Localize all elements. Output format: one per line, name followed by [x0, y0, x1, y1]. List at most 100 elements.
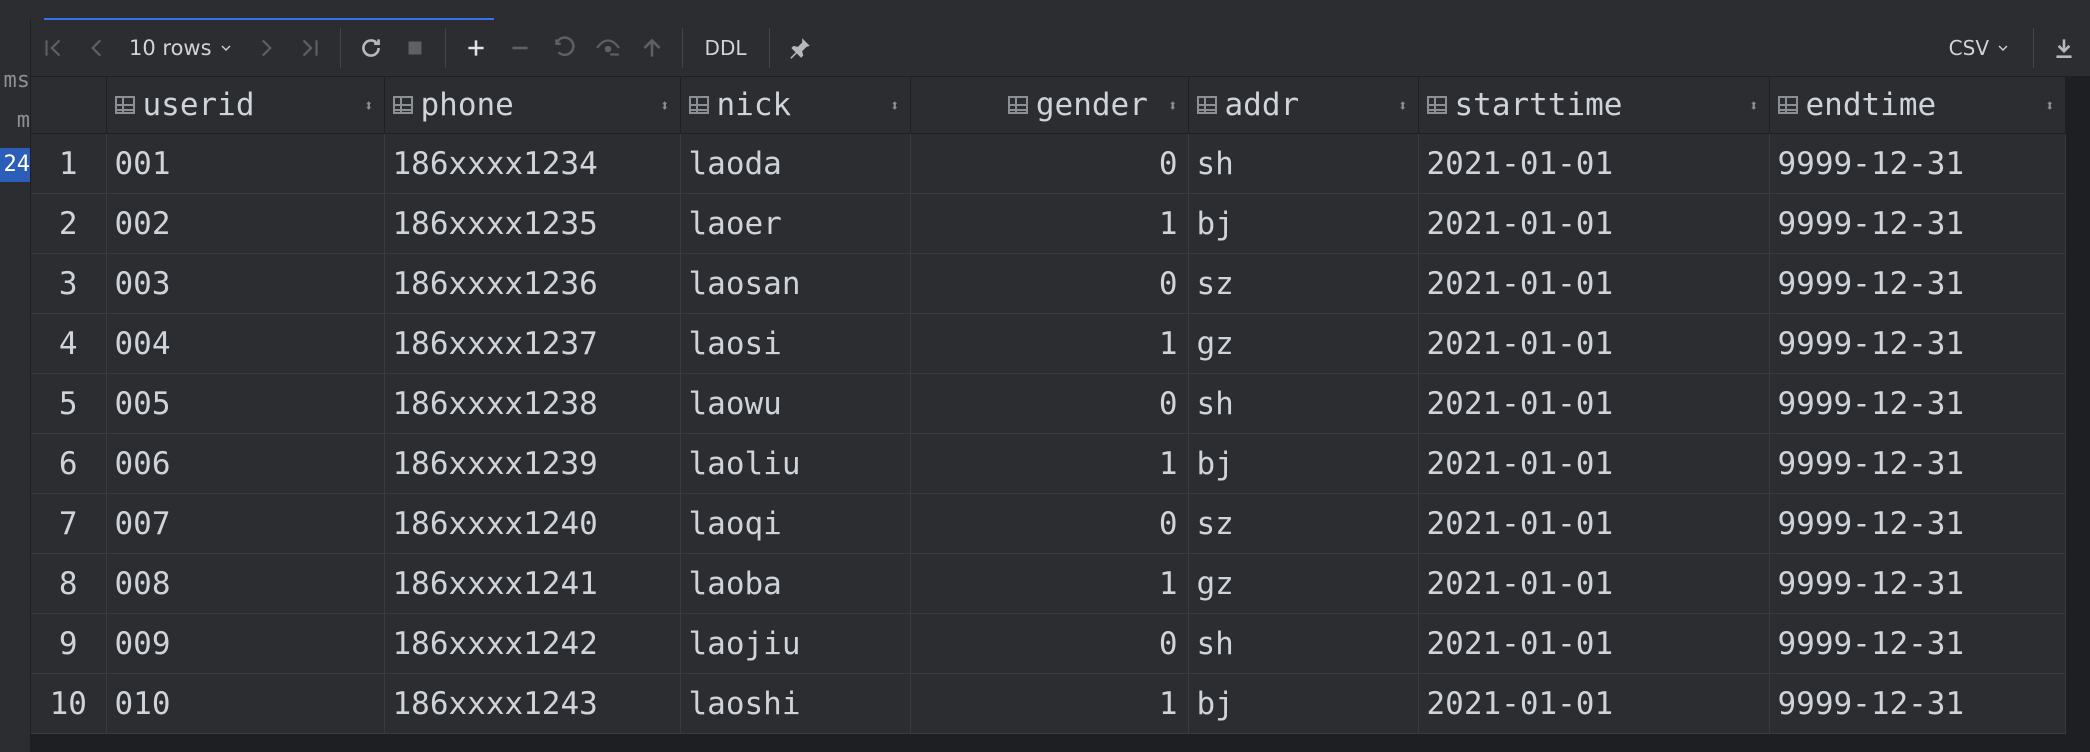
row-number[interactable]: 2 — [31, 193, 107, 254]
cell-gender[interactable]: 0 — [910, 253, 1189, 314]
table-row[interactable]: 7 007 186xxxx1240 laoqi 0 sz 2021-01-01 9999-12… — [31, 493, 2066, 554]
cell-gender[interactable]: 1 — [910, 433, 1189, 494]
cell-endtime[interactable]: 9999-12-31 — [1769, 493, 2066, 554]
sort-icon[interactable]: ⬍ — [1739, 96, 1759, 115]
cell-gender[interactable]: 0 — [910, 493, 1189, 554]
cell-endtime[interactable]: 9999-12-31 — [1769, 673, 2066, 734]
cell-starttime[interactable]: 2021-01-01 — [1418, 493, 1770, 554]
sort-icon[interactable]: ⬍ — [1388, 96, 1408, 115]
column-header[interactable]: nick ⬍ — [680, 77, 911, 134]
cell-addr[interactable]: bj — [1188, 193, 1419, 254]
cell-starttime[interactable]: 2021-01-01 — [1418, 553, 1770, 614]
sort-icon[interactable]: ⬍ — [880, 96, 900, 115]
cell-endtime[interactable]: 9999-12-31 — [1769, 253, 2066, 314]
cell-gender[interactable]: 1 — [910, 313, 1189, 374]
download-icon[interactable] — [2044, 28, 2084, 68]
row-number[interactable]: 10 — [31, 673, 107, 734]
cell-addr[interactable]: gz — [1188, 313, 1419, 374]
cell-nick[interactable]: laojiu — [680, 613, 911, 674]
table-row[interactable]: 8 008 186xxxx1241 laoba 1 gz 2021-01-01 9999-12… — [31, 553, 2066, 614]
cell-nick[interactable]: laowu — [680, 373, 911, 434]
table-row[interactable]: 6 006 186xxxx1239 laoliu 1 bj 2021-01-01 9999-1… — [31, 433, 2066, 494]
table-row[interactable]: 3 003 186xxxx1236 laosan 0 sz 2021-01-01 9999-1… — [31, 253, 2066, 314]
cell-userid[interactable]: 008 — [106, 553, 385, 614]
cell-phone[interactable]: 186xxxx1242 — [384, 613, 681, 674]
delete-row-icon[interactable] — [500, 28, 540, 68]
cell-userid[interactable]: 007 — [106, 493, 385, 554]
cell-starttime[interactable]: 2021-01-01 — [1418, 253, 1770, 314]
cell-addr[interactable]: sh — [1188, 133, 1419, 194]
row-number[interactable]: 4 — [31, 313, 107, 374]
cell-starttime[interactable]: 2021-01-01 — [1418, 433, 1770, 494]
cell-phone[interactable]: 186xxxx1241 — [384, 553, 681, 614]
stop-icon[interactable] — [395, 28, 435, 68]
cell-userid[interactable]: 004 — [106, 313, 385, 374]
cell-nick[interactable]: laoshi — [680, 673, 911, 734]
cell-starttime[interactable]: 2021-01-01 — [1418, 133, 1770, 194]
cell-addr[interactable]: sh — [1188, 373, 1419, 434]
table-row[interactable]: 1 001 186xxxx1234 laoda 0 sh 2021-01-01 9999-12… — [31, 133, 2066, 194]
table-row[interactable]: 9 009 186xxxx1242 laojiu 0 sh 2021-01-01 9999-1… — [31, 613, 2066, 674]
refresh-icon[interactable] — [351, 28, 391, 68]
cell-starttime[interactable]: 2021-01-01 — [1418, 193, 1770, 254]
row-number[interactable]: 5 — [31, 373, 107, 434]
cell-gender[interactable]: 1 — [910, 673, 1189, 734]
cell-endtime[interactable]: 9999-12-31 — [1769, 373, 2066, 434]
cell-endtime[interactable]: 9999-12-31 — [1769, 613, 2066, 674]
cell-userid[interactable]: 002 — [106, 193, 385, 254]
cell-addr[interactable]: bj — [1188, 673, 1419, 734]
add-row-icon[interactable] — [456, 28, 496, 68]
cell-endtime[interactable]: 9999-12-31 — [1769, 313, 2066, 374]
cell-userid[interactable]: 005 — [106, 373, 385, 434]
cell-phone[interactable]: 186xxxx1243 — [384, 673, 681, 734]
column-header[interactable]: endtime ⬍ — [1769, 77, 2066, 134]
table-row[interactable]: 5 005 186xxxx1238 laowu 0 sh 2021-01-01 9999-12… — [31, 373, 2066, 434]
cell-endtime[interactable]: 9999-12-31 — [1769, 193, 2066, 254]
cell-gender[interactable]: 0 — [910, 613, 1189, 674]
cell-starttime[interactable]: 2021-01-01 — [1418, 373, 1770, 434]
cell-phone[interactable]: 186xxxx1239 — [384, 433, 681, 494]
cell-phone[interactable]: 186xxxx1236 — [384, 253, 681, 314]
row-number[interactable]: 3 — [31, 253, 107, 314]
export-format-select[interactable]: CSV — [1935, 36, 2025, 60]
cell-starttime[interactable]: 2021-01-01 — [1418, 673, 1770, 734]
cell-phone[interactable]: 186xxxx1235 — [384, 193, 681, 254]
row-number[interactable]: 7 — [31, 493, 107, 554]
column-header[interactable]: starttime ⬍ — [1418, 77, 1770, 134]
cell-addr[interactable]: sh — [1188, 613, 1419, 674]
row-number[interactable]: 1 — [31, 133, 107, 194]
cell-addr[interactable]: sz — [1188, 493, 1419, 554]
column-header[interactable]: gender ⬍ — [910, 77, 1189, 134]
cell-phone[interactable]: 186xxxx1237 — [384, 313, 681, 374]
cell-phone[interactable]: 186xxxx1240 — [384, 493, 681, 554]
cell-endtime[interactable]: 9999-12-31 — [1769, 433, 2066, 494]
cell-addr[interactable]: gz — [1188, 553, 1419, 614]
row-number[interactable]: 6 — [31, 433, 107, 494]
cell-gender[interactable]: 0 — [910, 373, 1189, 434]
cell-starttime[interactable]: 2021-01-01 — [1418, 313, 1770, 374]
active-results-tab[interactable] — [44, 0, 494, 21]
row-number[interactable]: 9 — [31, 613, 107, 674]
previous-page-icon[interactable] — [77, 28, 117, 68]
cell-nick[interactable]: laoda — [680, 133, 911, 194]
cell-userid[interactable]: 010 — [106, 673, 385, 734]
cell-endtime[interactable]: 9999-12-31 — [1769, 133, 2066, 194]
table-row[interactable]: 2 002 186xxxx1235 laoer 1 bj 2021-01-01 9999-12… — [31, 193, 2066, 254]
row-number[interactable]: 8 — [31, 553, 107, 614]
cell-userid[interactable]: 009 — [106, 613, 385, 674]
pin-icon[interactable] — [780, 28, 820, 68]
cell-nick[interactable]: laosan — [680, 253, 911, 314]
cell-addr[interactable]: sz — [1188, 253, 1419, 314]
column-header[interactable]: phone ⬍ — [384, 77, 681, 134]
cell-userid[interactable]: 006 — [106, 433, 385, 494]
sort-icon[interactable]: ⬍ — [354, 96, 374, 115]
cell-nick[interactable]: laoliu — [680, 433, 911, 494]
table-row[interactable]: 10 010 186xxxx1243 laoshi 1 bj 2021-01-01 9999-… — [31, 673, 2066, 734]
cell-gender[interactable]: 1 — [910, 193, 1189, 254]
cell-phone[interactable]: 186xxxx1238 — [384, 373, 681, 434]
cell-userid[interactable]: 001 — [106, 133, 385, 194]
cell-gender[interactable]: 1 — [910, 553, 1189, 614]
sort-icon[interactable]: ⬍ — [650, 96, 670, 115]
cell-gender[interactable]: 0 — [910, 133, 1189, 194]
cell-starttime[interactable]: 2021-01-01 — [1418, 613, 1770, 674]
